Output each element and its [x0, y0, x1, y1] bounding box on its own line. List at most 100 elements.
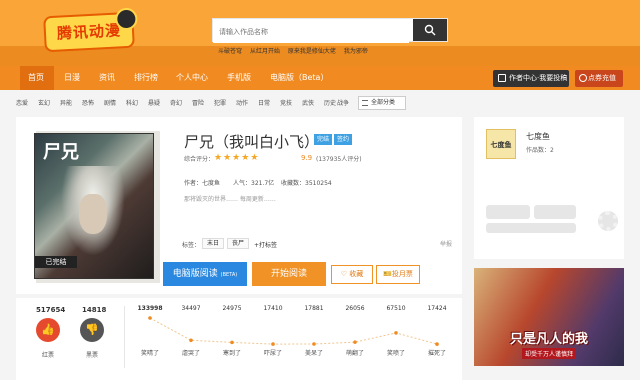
category-bar: 恋爱 玄幻 异能 恐怖 剧情 科幻 悬疑 奇幻 冒险 犯罪 动作 日常 竞技 武… [0, 96, 640, 112]
nav-item-news[interactable]: 资讯 [99, 66, 115, 90]
mood-series-line [149, 317, 438, 345]
rating-stars[interactable]: ★★★★★ [214, 153, 259, 163]
signed-badge: 签约 [334, 134, 353, 145]
add-tag-button[interactable]: +打标签 [254, 240, 277, 249]
labels-prefix: 标签： [182, 242, 201, 249]
category-link[interactable]: 异能 [60, 96, 72, 112]
category-link[interactable]: 战争 [337, 96, 349, 112]
pencil-icon [498, 74, 506, 82]
mood-point [230, 340, 234, 345]
charge-button[interactable]: 点券充值 [575, 70, 623, 87]
category-link[interactable]: 日常 [258, 96, 270, 112]
star-icon: ★ [214, 153, 224, 163]
mood-value-label: 17881 [304, 305, 323, 312]
promo-banner[interactable]: 只是凡人的我 却受千万人谨慎拜 [474, 268, 624, 366]
nav-item-home[interactable]: 首页 [20, 66, 54, 90]
charge-label: 点券充值 [588, 74, 616, 82]
star-icon: ★ [223, 153, 233, 163]
site-header: 腾讯动漫 斗破苍穹 从红月开始 原来我是修仙大佬 我为邪帝 [0, 0, 640, 66]
star-icon: ★ [232, 153, 242, 163]
category-link[interactable]: 悬疑 [148, 96, 160, 112]
hot-search-link[interactable]: 我为邪帝 [344, 48, 368, 55]
author-card: 七度鱼 七度鱼 作品数：2 [474, 117, 624, 259]
mood-value-label: 26056 [345, 305, 364, 312]
site-logo[interactable]: 腾讯动漫 [43, 7, 138, 53]
mood-category-label[interactable]: 摧死了 [428, 349, 446, 357]
popularity-meta: 人气：321.7亿 [233, 180, 275, 187]
label-tag[interactable]: 丧尸 [227, 238, 250, 249]
mood-category-label[interactable]: 笑喷了 [387, 349, 405, 357]
author-center-label: 作者中心·我要投稿 [509, 74, 568, 82]
category-link[interactable]: 竞技 [280, 96, 292, 112]
black-vote-count: 14818 [82, 306, 107, 314]
mood-point [312, 342, 316, 346]
nav-item-profile[interactable]: 个人中心 [176, 66, 208, 90]
loading-placeholder [486, 223, 576, 233]
score-label: 综合评分： [184, 156, 215, 163]
mood-category-label[interactable]: 萌翻了 [346, 349, 364, 357]
search-button[interactable] [413, 19, 447, 41]
mood-category-label[interactable]: 吓尿了 [264, 350, 282, 357]
red-vote-button[interactable]: 👍 [36, 318, 60, 342]
pc-read-button[interactable]: 电脑版阅读 (BETA) [163, 262, 247, 286]
star-icon: ★ [241, 153, 251, 163]
monthly-ticket-label: 投月票 [391, 270, 413, 278]
category-link[interactable]: 冒险 [192, 96, 204, 112]
start-reading-button[interactable]: 开始阅读 [252, 262, 326, 286]
red-vote-count: 517654 [36, 306, 66, 314]
black-vote-label: 黑票 [86, 352, 99, 359]
report-link[interactable]: 举报 [440, 239, 452, 248]
author-center-button[interactable]: 作者中心·我要投稿 [493, 70, 569, 87]
red-vote-label: 红票 [42, 352, 55, 359]
mood-category-label[interactable]: 美呆了 [305, 349, 323, 357]
monthly-ticket-button[interactable]: 🎫投月票 [376, 265, 420, 284]
mood-point [189, 338, 193, 343]
all-categories-button[interactable]: 全部分类 [358, 96, 406, 110]
mood-category-label[interactable]: 虐哭了 [182, 349, 200, 357]
category-link[interactable]: 犯罪 [214, 96, 226, 112]
search-box [212, 18, 448, 43]
nav-item-mobile[interactable]: 手机版 [227, 66, 251, 90]
mood-vote-chart: 133998 笑晴了 34497 虐哭了 24975 寒到了 17410 吓尿了 17881 美呆… [137, 305, 446, 357]
book-cover-image[interactable]: 尸兄 已完结 [34, 133, 154, 279]
nav-item-japanese[interactable]: 日漫 [64, 66, 80, 90]
collect-label: 收藏 [349, 270, 364, 278]
thumbs-up-icon: 👍 [41, 323, 55, 336]
pc-read-label: 电脑版阅读 [172, 269, 218, 279]
loading-gear-icon [598, 211, 618, 231]
nav-item-rankings[interactable]: 排行榜 [134, 66, 158, 90]
status-badge: 完结 [314, 134, 333, 145]
category-link[interactable]: 动作 [236, 96, 248, 112]
cover-status-badge: 已完结 [35, 256, 77, 268]
mood-category-label[interactable]: 笑晴了 [141, 349, 159, 357]
favorites-meta: 收藏数：3510254 [281, 180, 332, 187]
promo-subtitle: 却受千万人谨慎拜 [522, 348, 577, 359]
vote-divider [124, 306, 125, 368]
category-link[interactable]: 奇幻 [170, 96, 182, 112]
category-link[interactable]: 武侠 [302, 96, 314, 112]
collect-button[interactable]: ♡ 收藏 [331, 265, 373, 284]
hot-searches: 斗破苍穹 从红月开始 原来我是修仙大佬 我为邪帝 [218, 46, 374, 55]
label-tag[interactable]: 末日 [202, 238, 225, 249]
author-avatar[interactable]: 七度鱼 [486, 129, 516, 159]
book-info-panel: 尸兄 已完结 尸兄（我叫白小飞） 完结 签约 综合评分： ★★★★★ 9.9 (… [16, 117, 462, 294]
category-link[interactable]: 科幻 [126, 96, 138, 112]
hot-search-link[interactable]: 斗破苍穹 [218, 48, 242, 55]
category-link[interactable]: 恐怖 [82, 96, 94, 112]
search-input[interactable] [213, 21, 409, 43]
category-link[interactable]: 恋爱 [16, 96, 28, 112]
mood-value-label: 34497 [181, 305, 200, 312]
black-vote-button[interactable]: 👎 [80, 318, 104, 342]
category-link[interactable]: 剧情 [104, 96, 116, 112]
author-name[interactable]: 七度鱼 [526, 131, 550, 142]
mood-point [435, 342, 439, 346]
nav-item-pc-beta[interactable]: 电脑版（Beta） [270, 66, 328, 90]
category-link[interactable]: 玄幻 [38, 96, 50, 112]
hot-search-link[interactable]: 原来我是修仙大佬 [288, 48, 336, 55]
category-link[interactable]: 历史 [324, 96, 336, 112]
mood-value-label: 17410 [263, 305, 282, 312]
vote-panel: 517654 👍 红票 14818 👎 黑票 133998 笑晴了 34497 虐哭了… [16, 298, 462, 380]
mood-category-label[interactable]: 寒到了 [223, 349, 241, 357]
hot-search-link[interactable]: 从红月开始 [250, 48, 280, 55]
score-count: (137935人评分) [316, 156, 362, 163]
